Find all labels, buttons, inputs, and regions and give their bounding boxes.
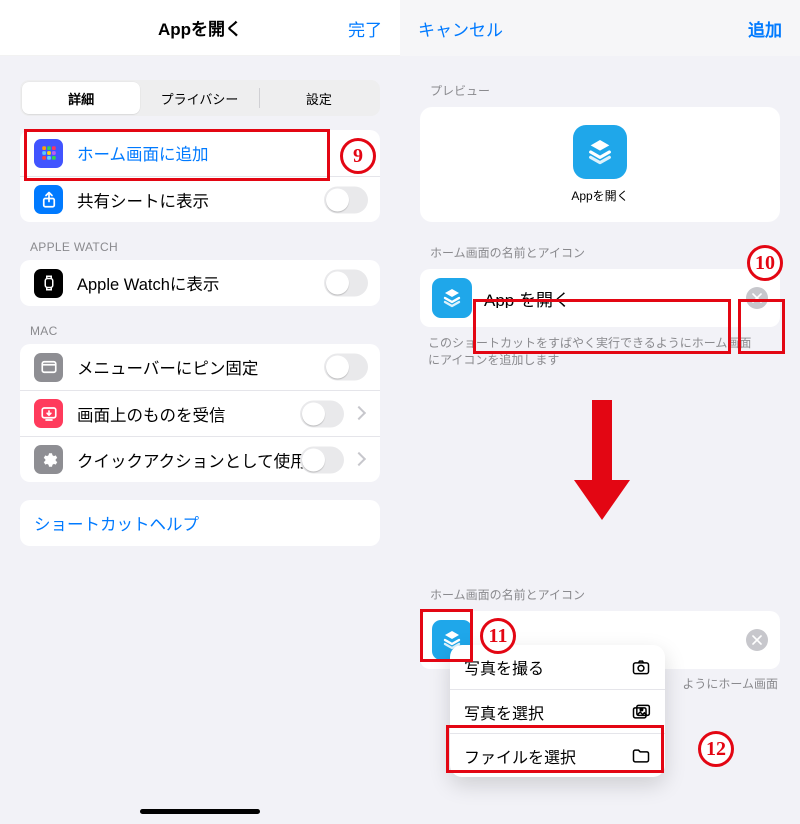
section-header-mac: MAC (30, 324, 380, 338)
gear-icon (34, 445, 63, 474)
menu-choose-file[interactable]: ファイルを選択 (450, 733, 665, 777)
preview-card: Appを開く (420, 107, 780, 222)
segmented-control[interactable]: 詳細 プライバシー 設定 (20, 80, 380, 116)
left-panel-shortcut-details: Appを開く 完了 詳細 プライバシー 設定 ホーム画面に追加 共有シートに表示 (0, 0, 400, 824)
add-button[interactable]: 追加 (748, 16, 782, 41)
menu-label: 写真を撮る (464, 655, 544, 679)
row-receive-on-screen[interactable]: 画面上のものを受信 (20, 390, 380, 436)
quick-action-toggle[interactable] (300, 446, 344, 473)
tab-details[interactable]: 詳細 (22, 82, 140, 114)
row-label: ホーム画面に追加 (77, 141, 209, 165)
annotation-arrow-down (580, 400, 624, 530)
helper-text-line1: このショートカットをすばやく実行できるようにホーム画面 (428, 335, 772, 352)
row-label: Apple Watchに表示 (77, 271, 219, 295)
page-title: Appを開く (158, 15, 242, 40)
shortcut-app-icon (573, 125, 627, 179)
shortcut-name-input[interactable] (484, 288, 734, 308)
share-sheet-toggle[interactable] (324, 186, 368, 213)
folder-icon (631, 746, 651, 766)
home-indicator (140, 809, 260, 814)
home-grid-icon (34, 139, 63, 168)
row-show-in-share-sheet[interactable]: 共有シートに表示 (20, 176, 380, 222)
camera-icon (631, 657, 651, 677)
tab-privacy[interactable]: プライバシー (140, 82, 258, 114)
icon-source-menu: 写真を撮る 写真を選択 ファイルを選択 (450, 645, 665, 777)
group-apple-watch: Apple Watchに表示 (20, 260, 380, 306)
menu-label: 写真を選択 (464, 700, 544, 724)
row-label: 画面上のものを受信 (77, 402, 226, 426)
shortcut-help-link[interactable]: ショートカットヘルプ (20, 500, 380, 546)
row-pin-in-menubar[interactable]: メニューバーにピン固定 (20, 344, 380, 390)
section-header-name-icon-2: ホーム画面の名前とアイコン (430, 586, 800, 603)
menu-take-photo[interactable]: 写真を撮る (450, 645, 665, 689)
receive-icon (34, 399, 63, 428)
row-label: メニューバーにピン固定 (77, 355, 258, 379)
clear-name-button-2[interactable] (746, 629, 768, 651)
section-header-name-icon: ホーム画面の名前とアイコン (430, 244, 800, 261)
row-use-as-quick-action[interactable]: クイックアクションとして使用 (20, 436, 380, 482)
name-icon-card (420, 269, 780, 327)
right-header: キャンセル 追加 (400, 0, 800, 56)
menu-label: ファイルを選択 (464, 744, 576, 768)
section-header-preview: プレビュー (430, 82, 800, 99)
clear-name-button[interactable] (746, 287, 768, 309)
row-show-on-apple-watch[interactable]: Apple Watchに表示 (20, 260, 380, 306)
tab-settings[interactable]: 設定 (260, 82, 378, 114)
share-icon (34, 185, 63, 214)
section-header-apple-watch: APPLE WATCH (30, 240, 380, 254)
menubar-icon (34, 353, 63, 382)
left-header: Appを開く 完了 (0, 0, 400, 56)
shortcut-icon-button[interactable] (432, 278, 472, 318)
menubar-toggle[interactable] (324, 354, 368, 381)
right-panel-add-to-home: キャンセル 追加 プレビュー Appを開く ホーム画面の名前とアイコン このショ… (400, 0, 800, 824)
row-label: クイックアクションとして使用 (77, 448, 307, 472)
right-panel-icon-menu-state: ホーム画面の名前とアイコン TE ようにホーム画面 写真を撮る 写真を選択 (400, 570, 800, 824)
preview-caption: Appを開く (571, 187, 628, 204)
done-button[interactable]: 完了 (348, 16, 382, 41)
apple-watch-icon (34, 269, 63, 298)
cancel -button[interactable]: キャンセル (418, 16, 503, 41)
group-home-share: ホーム画面に追加 共有シートに表示 (20, 130, 380, 222)
receive-toggle[interactable] (300, 400, 344, 427)
group-mac: メニューバーにピン固定 画面上のものを受信 クイックアクションとして使用 (20, 344, 380, 482)
gallery-icon (631, 702, 651, 722)
row-label: 共有シートに表示 (77, 188, 209, 212)
apple-watch-toggle[interactable] (324, 270, 368, 297)
menu-choose-photo[interactable]: 写真を選択 (450, 689, 665, 733)
helper-text-line2: にアイコンを追加します (428, 352, 772, 369)
row-add-to-home-screen[interactable]: ホーム画面に追加 (20, 130, 380, 176)
helper-text-tail: ようにホーム画面 (682, 675, 778, 692)
